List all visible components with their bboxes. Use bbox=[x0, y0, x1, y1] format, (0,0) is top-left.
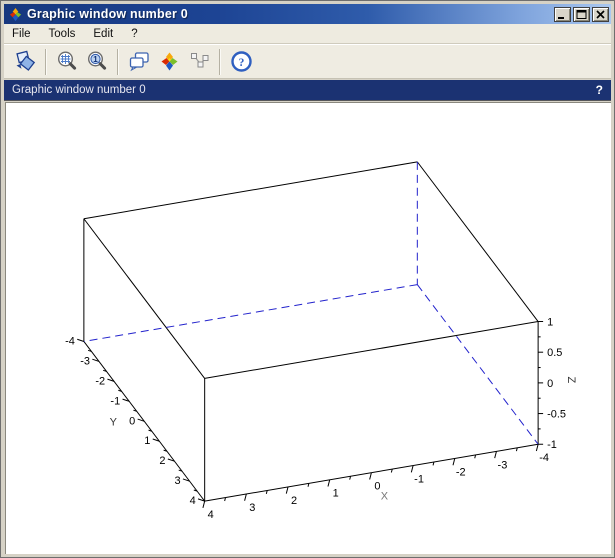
info-help-toggle[interactable]: ? bbox=[596, 83, 603, 97]
svg-text:-4: -4 bbox=[65, 335, 75, 347]
toolbar-separator bbox=[45, 49, 47, 75]
minimize-button[interactable] bbox=[554, 7, 571, 22]
svg-text:3: 3 bbox=[249, 502, 255, 514]
svg-text:-3: -3 bbox=[498, 459, 508, 471]
svg-text:-4: -4 bbox=[539, 452, 549, 464]
svg-text:1: 1 bbox=[547, 317, 553, 329]
maximize-icon bbox=[576, 10, 587, 19]
svg-text:0: 0 bbox=[547, 378, 553, 390]
axes-3d-box: -4-3-2-101234-4-3-2-101234-1-0.500.51XYZ bbox=[6, 103, 611, 554]
ged-pinwheel-button[interactable] bbox=[156, 49, 182, 75]
menu-file[interactable]: File bbox=[4, 26, 40, 42]
figure-copy-button[interactable] bbox=[126, 49, 152, 75]
close-button[interactable] bbox=[592, 7, 609, 22]
title-bar: Graphic window number 0 bbox=[4, 4, 611, 24]
zoom-original-icon: 1 bbox=[86, 50, 109, 73]
svg-text:0.5: 0.5 bbox=[547, 347, 562, 359]
svg-text:?: ? bbox=[238, 57, 244, 69]
svg-text:3: 3 bbox=[174, 475, 180, 487]
help-icon: ? bbox=[230, 50, 253, 73]
svg-text:Y: Y bbox=[110, 416, 118, 428]
svg-text:-2: -2 bbox=[456, 466, 466, 478]
zoom-original-button[interactable]: 1 bbox=[84, 49, 110, 75]
svg-text:X: X bbox=[381, 491, 389, 503]
svg-text:0: 0 bbox=[129, 415, 135, 427]
svg-text:0: 0 bbox=[374, 481, 380, 493]
figure-copy-icon bbox=[128, 50, 151, 73]
menu-tools[interactable]: Tools bbox=[40, 26, 85, 42]
info-bar-title: Graphic window number 0 bbox=[12, 84, 146, 96]
svg-text:2: 2 bbox=[159, 455, 165, 467]
zoom-area-button[interactable] bbox=[54, 49, 80, 75]
svg-text:-2: -2 bbox=[95, 375, 105, 387]
minimize-icon bbox=[557, 10, 568, 19]
svg-text:4: 4 bbox=[190, 495, 196, 507]
help-button[interactable]: ? bbox=[228, 49, 254, 75]
menu-help[interactable]: ? bbox=[122, 26, 146, 42]
graphic-window: Graphic window number 0 File Tools Edit … bbox=[0, 0, 615, 558]
svg-text:1: 1 bbox=[144, 435, 150, 447]
window-icon bbox=[8, 7, 23, 22]
toolbar: 1 bbox=[4, 44, 611, 79]
datatip-icon bbox=[188, 50, 211, 73]
rotate-3d-button[interactable] bbox=[12, 49, 38, 75]
close-icon bbox=[596, 10, 605, 19]
rotate-3d-icon bbox=[14, 50, 37, 73]
info-bar: Graphic window number 0 ? bbox=[4, 80, 611, 101]
maximize-button[interactable] bbox=[573, 7, 590, 22]
menu-edit[interactable]: Edit bbox=[84, 26, 122, 42]
toolbar-separator bbox=[219, 49, 221, 75]
svg-text:-3: -3 bbox=[80, 355, 90, 367]
window-title: Graphic window number 0 bbox=[27, 7, 188, 21]
svg-text:2: 2 bbox=[291, 495, 297, 507]
svg-text:1: 1 bbox=[93, 55, 98, 64]
svg-text:Z: Z bbox=[565, 377, 577, 384]
zoom-area-icon bbox=[56, 50, 79, 73]
svg-text:-0.5: -0.5 bbox=[547, 409, 566, 421]
svg-text:-1: -1 bbox=[414, 474, 424, 486]
menu-bar: File Tools Edit ? bbox=[4, 24, 611, 44]
ged-pinwheel-icon bbox=[158, 50, 181, 73]
datatip-button[interactable] bbox=[186, 49, 212, 75]
svg-text:-1: -1 bbox=[547, 439, 557, 451]
plot-canvas[interactable]: -4-3-2-101234-4-3-2-101234-1-0.500.51XYZ bbox=[5, 102, 611, 554]
svg-text:4: 4 bbox=[208, 509, 214, 521]
svg-text:1: 1 bbox=[333, 488, 339, 500]
toolbar-separator bbox=[117, 49, 119, 75]
svg-text:-1: -1 bbox=[110, 395, 120, 407]
